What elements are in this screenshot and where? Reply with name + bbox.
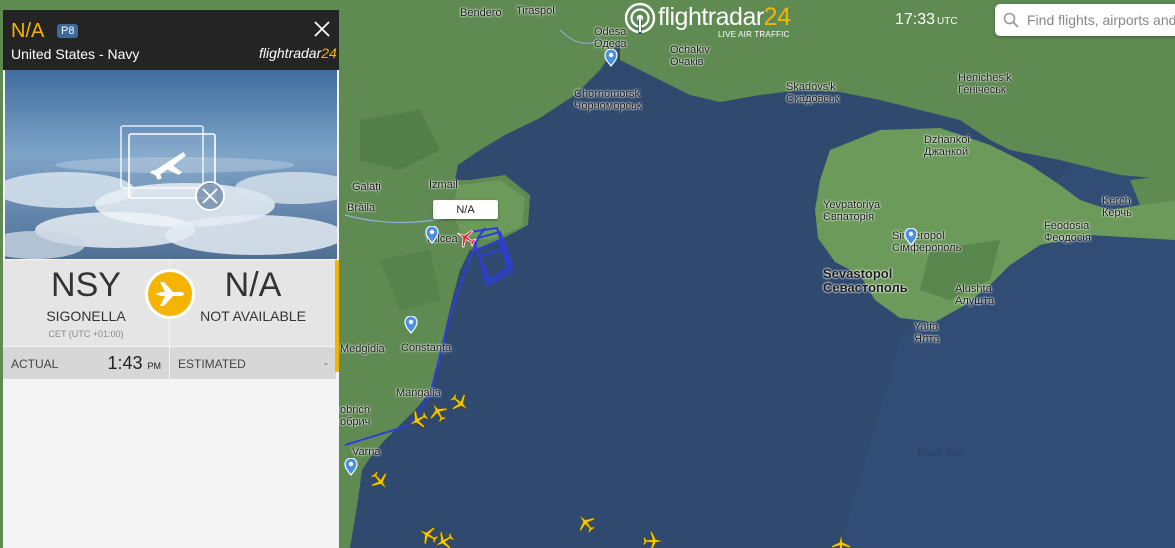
map-label-mangalia: Mangalia <box>396 387 441 399</box>
map-label-medgidia: Medgidia <box>340 343 385 355</box>
close-icon[interactable] <box>311 18 333 40</box>
selected-aircraft-label-text: N/A <box>456 204 475 216</box>
map-label-izmail: Izmail <box>429 179 458 191</box>
airline-name: United States - Navy <box>11 46 140 62</box>
origin-time-suffix: PM <box>147 361 162 371</box>
search-icon <box>1003 12 1019 28</box>
aircraft-photo-placeholder[interactable] <box>5 70 337 259</box>
selected-aircraft-label[interactable]: N/A <box>433 200 498 219</box>
flight-callsign: N/A <box>11 20 45 42</box>
map-label-yalta: Yalta Ялта <box>914 321 940 345</box>
aircraft-icon[interactable] <box>433 530 455 548</box>
map-label-sevastopol: Sevastopol Севастополь <box>823 266 908 295</box>
map-label-feodosia: Feodosia Феодосія <box>1044 220 1091 244</box>
origin-time-value: 1:43 PM <box>107 353 161 374</box>
map-label-ochakiv: Ochakiv Очаків <box>670 44 710 68</box>
aircraft-icon[interactable] <box>642 530 664 548</box>
selected-aircraft-icon[interactable] <box>455 227 477 249</box>
search-input[interactable] <box>1027 10 1175 30</box>
map-label-alushta: Alushta Алушта <box>955 283 995 307</box>
logo-word-num: 24 <box>763 3 791 31</box>
map-label-odesa: Odesa Одеса <box>594 26 627 50</box>
aircraft-icon[interactable] <box>407 409 429 431</box>
map-label-skadovsk: Skadovs'k Скадовськ <box>786 81 840 105</box>
origin-time: 1:43 <box>107 353 143 373</box>
logo-subtitle: LIVE AIR TRAFFIC <box>718 30 790 39</box>
aircraft-icon[interactable] <box>427 401 449 423</box>
panel-brand-logo: flightradar24 <box>259 45 337 61</box>
clock-timezone: UTC <box>937 16 958 27</box>
map-label-galati: Galați <box>352 181 381 193</box>
clouds-image <box>5 70 337 259</box>
map-label-chornomorsk: Chornomorsk Чорноморськ <box>574 88 642 112</box>
airport-pin-constanta[interactable] <box>404 316 418 334</box>
utc-clock: 17:33 UTC <box>895 11 958 29</box>
flight-info-panel: N/A P8 United States - Navy flightradar2… <box>3 10 339 548</box>
map-view[interactable]: Bendero Tiraspol Odesa Одеса Ochakiv Оча… <box>0 0 1175 548</box>
clock-time: 17:33 <box>895 11 936 28</box>
panel-brand-main: flightradar <box>259 45 322 61</box>
destination-time-label: ESTIMATED <box>178 357 246 371</box>
search-box[interactable] <box>995 4 1175 36</box>
airplane-icon <box>148 272 192 316</box>
route-plane-badge <box>145 269 195 319</box>
aircraft-icon[interactable] <box>449 392 471 414</box>
aircraft-icon[interactable] <box>575 512 597 534</box>
radar-icon <box>624 2 656 34</box>
map-label-dobrich: obrich обрич <box>340 404 371 428</box>
map-label-bendero: Bendero <box>460 7 502 19</box>
map-label-dzhankoi: Dzhankoi Джанкой <box>924 134 970 158</box>
panel-brand-num: 24 <box>321 45 337 61</box>
origin-time-label: ACTUAL <box>11 357 59 371</box>
map-label-black-sea: Black Sea <box>918 448 964 459</box>
origin-time-row: ACTUAL 1:43 PM <box>3 347 169 379</box>
map-label-yevpatoriya: Yevpatoriya Євпаторія <box>823 199 881 223</box>
origin-timezone: CET (UTC +01:00) <box>48 329 124 339</box>
destination-time-row: ESTIMATED - <box>170 347 336 379</box>
map-label-kerch: Kerch Керчь <box>1102 195 1132 219</box>
map-label-constanta: Constanța <box>401 342 452 354</box>
map-label-simferopol: Simferopol Сімферополь <box>892 230 962 254</box>
panel-scrollbar[interactable] <box>335 260 339 372</box>
route-summary: NSY SIGONELLA CET (UTC +01:00) N/A NOT A… <box>3 260 339 380</box>
airport-pin-varna[interactable] <box>344 458 358 476</box>
map-label-henichesk: Heniches'k Генічеськ <box>958 72 1012 96</box>
map-label-braila: Brăila <box>347 202 376 214</box>
panel-header: N/A P8 United States - Navy flightradar2… <box>3 10 339 70</box>
logo-word-main: flightradar <box>658 3 764 31</box>
flightradar24-logo[interactable]: flightradar24 LIVE AIR TRAFFIC <box>624 0 794 42</box>
aircraft-icon[interactable] <box>369 470 391 492</box>
logo-wordmark: flightradar24 <box>658 3 791 32</box>
aircraft-icon[interactable] <box>830 534 852 548</box>
map-label-varna: Varna <box>352 446 381 458</box>
aircraft-type-badge: P8 <box>57 24 79 38</box>
airport-pin-simferopol[interactable] <box>904 228 918 246</box>
destination-time-value: - <box>324 356 328 370</box>
airport-pin-tulcea[interactable] <box>425 226 439 244</box>
airport-pin-odesa[interactable] <box>604 49 618 67</box>
map-label-tiraspol: Tiraspol <box>516 5 555 17</box>
